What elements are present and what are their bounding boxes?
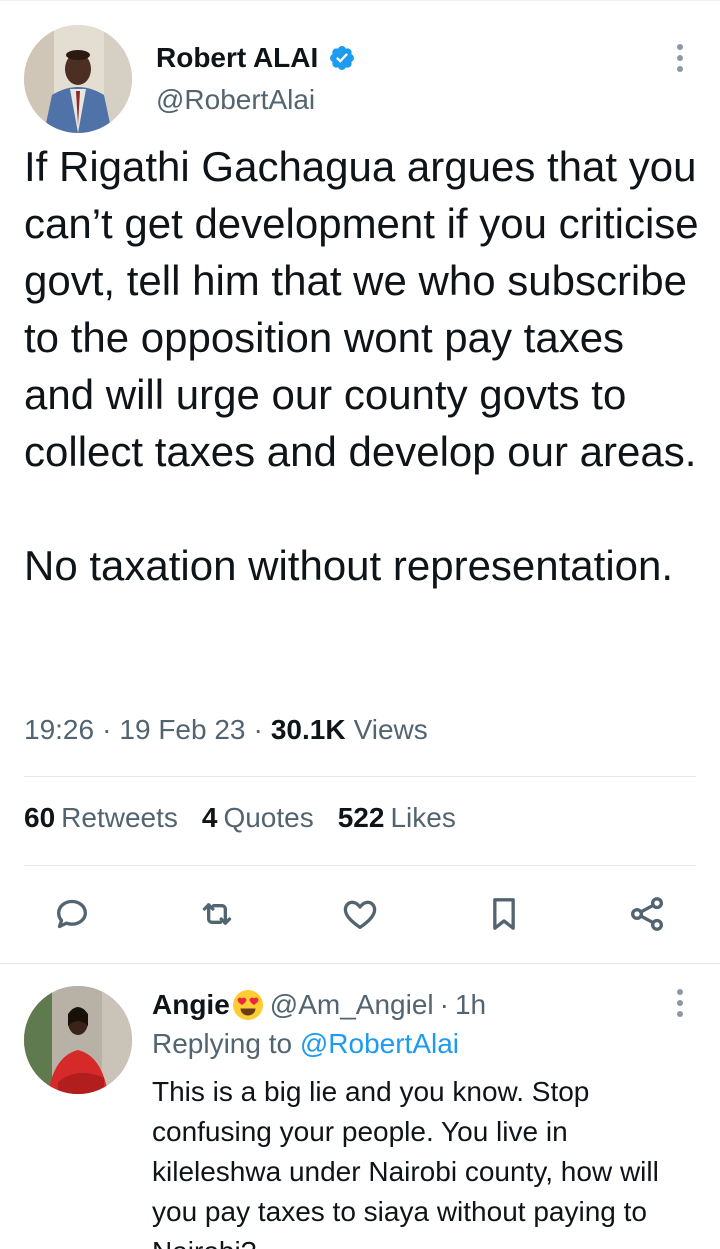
author-name[interactable]: Robert ALAI (156, 42, 318, 74)
author-handle[interactable]: @RobertAlai (156, 84, 315, 116)
reply-text: This is a big lie and you know. Stop con… (152, 1076, 659, 1249)
divider (24, 865, 696, 866)
replying-to-link[interactable]: @RobertAlai (300, 1028, 459, 1059)
retweets-stat[interactable]: 60 Retweets (24, 802, 178, 834)
engagement-stats: 60 Retweets 4 Quotes 522 Likes (24, 802, 480, 834)
reply-author-avatar[interactable] (24, 986, 132, 1094)
more-options-icon[interactable] (674, 44, 686, 72)
retweet-button[interactable] (195, 892, 239, 936)
meta-separator: · (102, 714, 112, 745)
quotes-stat[interactable]: 4 Quotes (202, 802, 314, 834)
reply-more-options-icon[interactable] (674, 989, 686, 1017)
reply-avatar-image (24, 986, 132, 1094)
views-count[interactable]: 30.1K (271, 714, 346, 746)
share-icon (631, 897, 663, 931)
likes-label: Likes (390, 802, 456, 833)
replying-to: Replying to @RobertAlai (152, 1028, 459, 1060)
likes-count: 522 (337, 802, 385, 833)
verified-badge-icon (328, 44, 356, 72)
reply-header: Angie @Am_Angiel · 1h (152, 986, 486, 1024)
bookmark-button[interactable] (482, 892, 526, 936)
share-button[interactable] (625, 892, 669, 936)
author-avatar[interactable] (24, 25, 132, 133)
divider (0, 963, 720, 964)
author-avatar-image (24, 25, 132, 133)
top-divider (0, 0, 720, 1)
retweet-icon (202, 903, 232, 925)
quotes-label: Quotes (223, 802, 314, 833)
tweet-time: 19:26 (24, 714, 95, 745)
replying-to-label: Replying to (152, 1028, 293, 1059)
tweet-text: If Rigathi Gachagua argues that you can’… (24, 143, 699, 589)
likes-stat[interactable]: 522 Likes (338, 802, 456, 834)
reply-icon (57, 899, 88, 929)
like-button[interactable] (338, 892, 382, 936)
reply-button[interactable] (50, 892, 94, 936)
divider (24, 776, 696, 777)
tweet-date: 19 Feb 23 (119, 714, 246, 745)
like-icon (343, 900, 377, 929)
author-name-row[interactable]: Robert ALAI (156, 40, 356, 76)
meta-separator: · (253, 714, 263, 745)
quotes-count: 4 (201, 802, 218, 833)
reply-time[interactable]: 1h (455, 989, 486, 1021)
retweets-label: Retweets (61, 802, 178, 833)
reply-separator: · (439, 989, 449, 1020)
retweets-count: 60 (24, 802, 56, 833)
reply-author-handle[interactable]: @Am_Angiel (270, 989, 434, 1021)
bookmark-icon (493, 898, 515, 930)
heart-eyes-emoji-icon (232, 989, 264, 1021)
reply-author-name[interactable]: Angie (152, 989, 230, 1021)
views-label[interactable]: Views (354, 714, 428, 746)
tweet-meta: 19:26 · 19 Feb 23 · 30.1K Views (24, 714, 428, 746)
action-bar (0, 892, 720, 936)
